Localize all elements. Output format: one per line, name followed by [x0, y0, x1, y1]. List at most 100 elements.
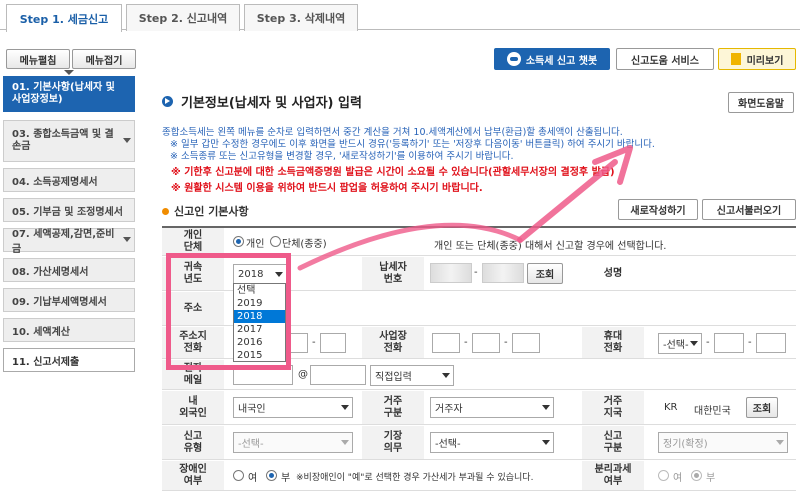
sidebar-item-submit[interactable]: 11. 신고서제출: [3, 348, 135, 372]
highlight-box: [166, 253, 291, 370]
at-sign: @: [298, 369, 308, 380]
sidebar-item-penalty[interactable]: 08. 가산세명세서: [3, 258, 135, 282]
name-label: 성명: [582, 257, 644, 290]
type-personal-label: 개인: [246, 239, 265, 250]
type-personal-radio[interactable]: [233, 236, 244, 247]
chevron-down-icon: [542, 439, 550, 445]
chatbot-label: 소득세 신고 챗봇: [525, 55, 598, 67]
dash: -: [748, 337, 752, 348]
home-phone-field-2[interactable]: [290, 333, 308, 353]
resident-value: 거주자: [435, 404, 463, 415]
resident-select[interactable]: 거주자: [430, 397, 554, 418]
disabled-label: 장애인 여부: [162, 461, 224, 490]
page-title-text: 기본정보(납세자 및 사업자) 입력: [181, 96, 362, 111]
sidebar-item-label: 01. 기본사항(납세자 및 사업장정보): [12, 82, 115, 105]
mobile-prefix-select[interactable]: -선택-: [658, 333, 702, 354]
play-bullet-icon: [162, 96, 173, 107]
form-row: 개인 단체 개인 단체(종중) 개인 또는 단체(종중) 대해서 신고할 경우에…: [162, 228, 796, 256]
taxpayer-form: 개인 단체 개인 단체(종중) 개인 또는 단체(종중) 대해서 신고할 경우에…: [162, 226, 796, 491]
bookkeeping-select[interactable]: -선택-: [430, 432, 554, 453]
sidebar-item-tax-credit[interactable]: 07. 세액공제,감면,준비금: [3, 228, 135, 255]
separate-tax-no-radio[interactable]: [691, 470, 702, 481]
chevron-down-icon: [123, 237, 131, 242]
help-service-button[interactable]: 신고도움 서비스: [616, 48, 714, 70]
biz-phone-field-1[interactable]: [432, 333, 460, 353]
page-title: 기본정보(납세자 및 사업자) 입력: [162, 92, 362, 111]
warning-line: ※ 기한후 신고분에 대한 소득금액증명원 발급은 시간이 소요될 수 있습니다…: [171, 167, 615, 178]
biz-phone-field-3[interactable]: [512, 333, 540, 353]
sidebar-item-label: 09. 기납부세액명세서: [12, 296, 107, 308]
sidebar-item-basic-info[interactable]: 01. 기본사항(납세자 및 사업장정보): [3, 76, 135, 112]
mobile-field-3[interactable]: [756, 333, 786, 353]
menu-expand-button[interactable]: 메뉴펼침: [6, 49, 70, 69]
chatbot-button[interactable]: 소득세 신고 챗봇: [494, 48, 610, 70]
sidebar-item-label: 07. 세액공제,감면,준비금: [12, 229, 115, 255]
filing-type-label: 신고 유형: [162, 426, 224, 459]
section-title-text: 신고인 기본사항: [174, 205, 249, 218]
taxpayer-no-field-2[interactable]: [482, 263, 524, 283]
dash: -: [464, 337, 468, 348]
email-domain-select[interactable]: 직접입력: [370, 365, 454, 386]
dash: -: [312, 337, 316, 348]
chevron-down-icon: [64, 70, 74, 75]
sidebar-item-label: 10. 세액계산: [12, 326, 70, 338]
mobile-label: 휴대 전화: [582, 327, 644, 358]
tab-step2[interactable]: Step 2. 신고내역: [126, 4, 240, 31]
type-group-label: 단체(종중): [282, 239, 327, 250]
separate-tax-no-label: 부: [706, 473, 716, 484]
filing-type-value: -선택-: [238, 439, 264, 450]
chevron-down-icon: [123, 138, 131, 143]
preview-label: 미리보기: [746, 55, 784, 67]
chevron-down-icon: [442, 372, 450, 378]
disabled-yes-radio[interactable]: [233, 470, 244, 481]
form-row: 장애인 여부 여 부 ※비장애인이 "예"로 선택한 경우 가산세가 부과될 수…: [162, 461, 796, 491]
type-group-radio[interactable]: [270, 236, 281, 247]
sidebar-item-label: 03. 종합소득금액 및 결손금: [12, 129, 114, 152]
preview-button[interactable]: 미리보기: [718, 48, 796, 70]
residency-label: 내 외국인: [162, 391, 224, 424]
disabled-no-radio[interactable]: [266, 470, 277, 481]
disabled-note: ※비장애인이 "예"로 선택한 경우 가산세가 부과될 수 있습니다.: [296, 473, 534, 483]
separate-tax-yes-label: 여: [673, 473, 683, 484]
taxpayer-lookup-button[interactable]: 조회: [527, 263, 563, 284]
new-form-button[interactable]: 새로작성하기: [618, 199, 698, 220]
tab-step1[interactable]: Step 1. 세금신고: [6, 4, 122, 32]
chevron-down-icon: [690, 340, 698, 346]
chevron-down-icon: [341, 404, 349, 410]
disabled-yes-label: 여: [248, 473, 258, 484]
chatbot-icon: [506, 52, 521, 66]
separate-tax-yes-radio[interactable]: [658, 470, 669, 481]
residency-select[interactable]: 내국인: [233, 397, 353, 418]
email-domain-field[interactable]: [310, 365, 366, 385]
screen-help-button[interactable]: 화면도움말: [728, 92, 794, 113]
country-label: 거주 지국: [582, 391, 644, 424]
type-note: 개인 또는 단체(종중) 대해서 신고할 경우에 선택합니다.: [434, 241, 667, 252]
chevron-down-icon: [341, 439, 349, 445]
load-form-button[interactable]: 신고서불러오기: [702, 199, 796, 220]
home-phone-field-3[interactable]: [320, 333, 346, 353]
tab-step3[interactable]: Step 3. 삭제내역: [244, 4, 358, 31]
sidebar-item-calc[interactable]: 10. 세액계산: [3, 318, 135, 342]
warning-line: ※ 원활한 시스템 이용을 위하여 반드시 팝업을 허용하여 주시기 바랍니다.: [171, 183, 483, 194]
sidebar-item-prepaid[interactable]: 09. 기납부세액명세서: [3, 288, 135, 312]
sidebar-item-label: 05. 기부금 및 조정명세서: [12, 206, 123, 218]
mobile-prefix-value: -선택-: [663, 340, 689, 351]
step-tabs: Step 1. 세금신고 Step 2. 신고내역 Step 3. 삭제내역: [0, 0, 800, 32]
country-lookup-button[interactable]: 조회: [746, 397, 778, 418]
taxpayer-no-field-1[interactable]: [430, 263, 472, 283]
bookkeeping-value: -선택-: [435, 439, 461, 450]
sidebar-item-label: 04. 소득공제명세서: [12, 176, 98, 188]
disabled-no-label: 부: [281, 473, 291, 484]
sidebar-item-deduction[interactable]: 04. 소득공제명세서: [3, 168, 135, 192]
filing-class-select[interactable]: 정기(확정): [658, 432, 788, 453]
sidebar-item-donation[interactable]: 05. 기부금 및 조정명세서: [3, 198, 135, 222]
filing-type-select[interactable]: -선택-: [233, 432, 353, 453]
residency-value: 내국인: [238, 404, 266, 415]
chevron-down-icon: [776, 439, 784, 445]
sidebar-item-income[interactable]: 03. 종합소득금액 및 결손금: [3, 120, 135, 162]
biz-phone-field-2[interactable]: [472, 333, 500, 353]
country-name: 대한민국: [694, 406, 731, 417]
country-code: KR: [664, 402, 678, 413]
menu-collapse-button[interactable]: 메뉴접기: [72, 49, 136, 69]
mobile-field-2[interactable]: [714, 333, 744, 353]
